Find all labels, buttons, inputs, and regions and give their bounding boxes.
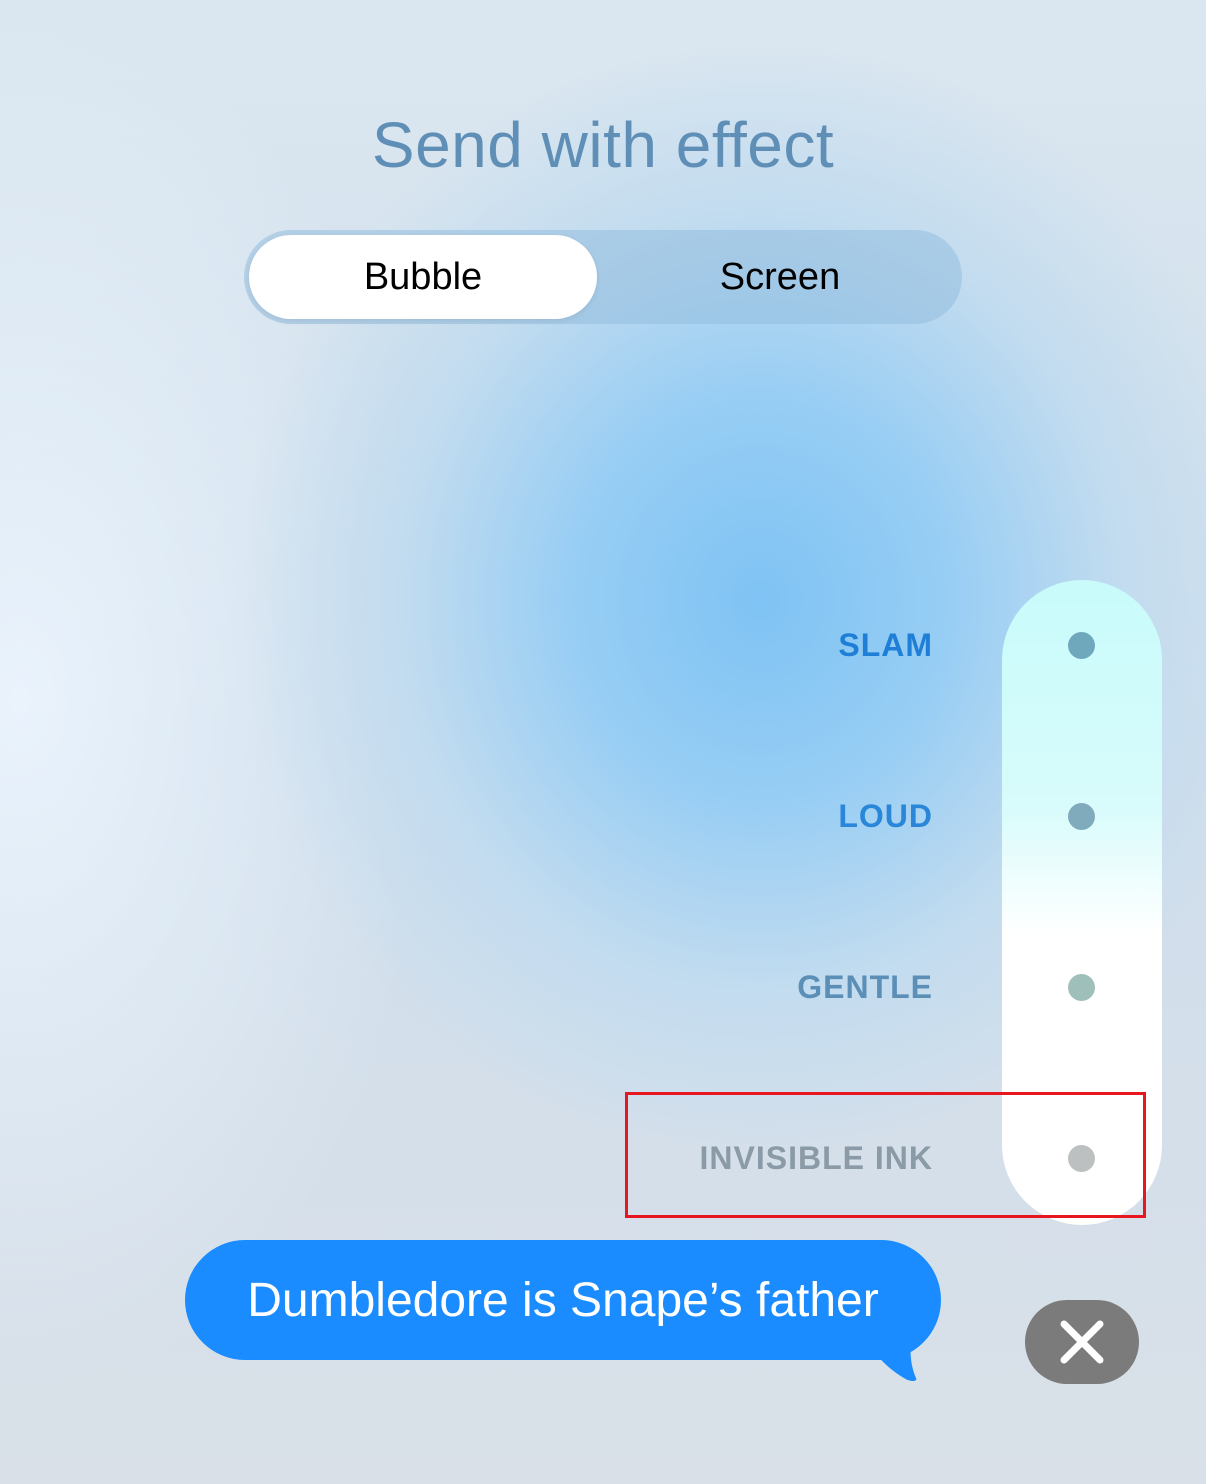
effect-label-gentle[interactable]: GENTLE [797,969,933,1006]
effect-dot-gentle[interactable] [1068,974,1095,1001]
tab-bubble[interactable]: Bubble [249,235,597,319]
message-bubble: Dumbledore is Snape’s father [185,1240,941,1360]
effect-dot-loud[interactable] [1068,803,1095,830]
close-icon [1060,1320,1104,1364]
page-title: Send with effect [371,109,835,181]
effect-label-loud[interactable]: LOUD [838,798,933,835]
highlight-box-invisible-ink [625,1092,1146,1218]
effect-label-slam[interactable]: SLAM [838,627,933,664]
effect-dot-slam[interactable] [1068,632,1095,659]
effect-type-segmented-control: Bubble Screen [244,230,962,324]
tab-screen[interactable]: Screen [601,235,959,319]
close-button[interactable] [1025,1300,1139,1384]
